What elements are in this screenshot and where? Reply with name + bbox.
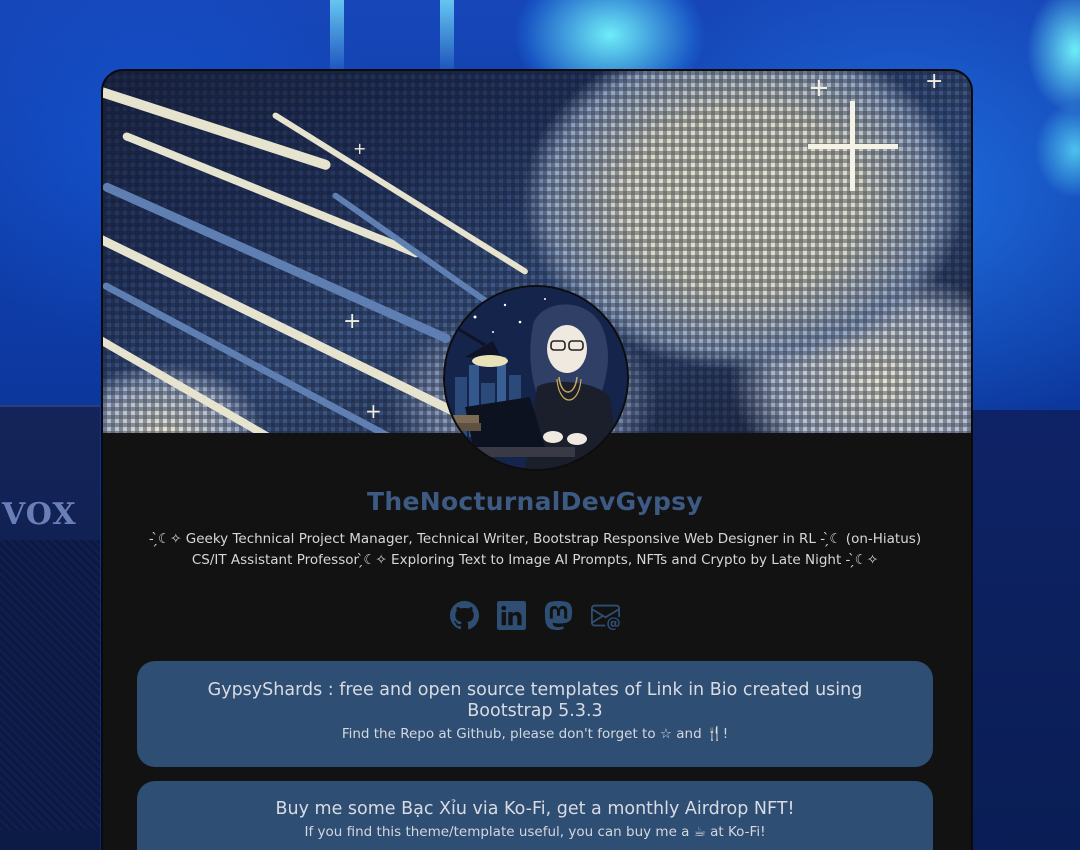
star: + bbox=[343, 309, 362, 334]
stage-light-beam bbox=[330, 0, 344, 80]
link-button-gypsyshards[interactable]: GypsyShards : free and open source templ… bbox=[137, 661, 933, 767]
profile-bio: - ̗̀☾✧ Geeky Technical Project Manager, … bbox=[148, 531, 922, 568]
amplifier-logo: VOX bbox=[2, 497, 77, 532]
linkedin-icon[interactable] bbox=[497, 600, 527, 630]
link-subtitle: If you find this theme/template useful, … bbox=[304, 824, 766, 840]
email-icon[interactable] bbox=[591, 600, 621, 630]
link-title: Buy me some Bạc Xỉu via Ko-Fi, get a mon… bbox=[275, 799, 795, 819]
amplifier-right bbox=[968, 410, 1080, 850]
star: + bbox=[365, 399, 382, 423]
amplifier-grill bbox=[0, 540, 100, 830]
star: + bbox=[353, 139, 367, 158]
stage-light-beam bbox=[440, 0, 454, 80]
link-button-kofi[interactable]: Buy me some Bạc Xỉu via Ko-Fi, get a mon… bbox=[137, 781, 933, 850]
sparkle bbox=[808, 144, 898, 149]
profile-name: TheNocturnalDevGypsy bbox=[367, 487, 703, 516]
avatar-illustration bbox=[445, 287, 627, 469]
star: + bbox=[808, 73, 830, 103]
github-icon[interactable] bbox=[450, 600, 480, 630]
mastodon-icon[interactable] bbox=[544, 600, 574, 630]
link-subtitle: Find the Repo at Github, please don't fo… bbox=[341, 726, 729, 742]
profile-avatar bbox=[443, 285, 629, 471]
link-title: GypsyShards : free and open source templ… bbox=[207, 680, 863, 721]
social-links bbox=[101, 600, 969, 630]
star: + bbox=[925, 71, 944, 94]
